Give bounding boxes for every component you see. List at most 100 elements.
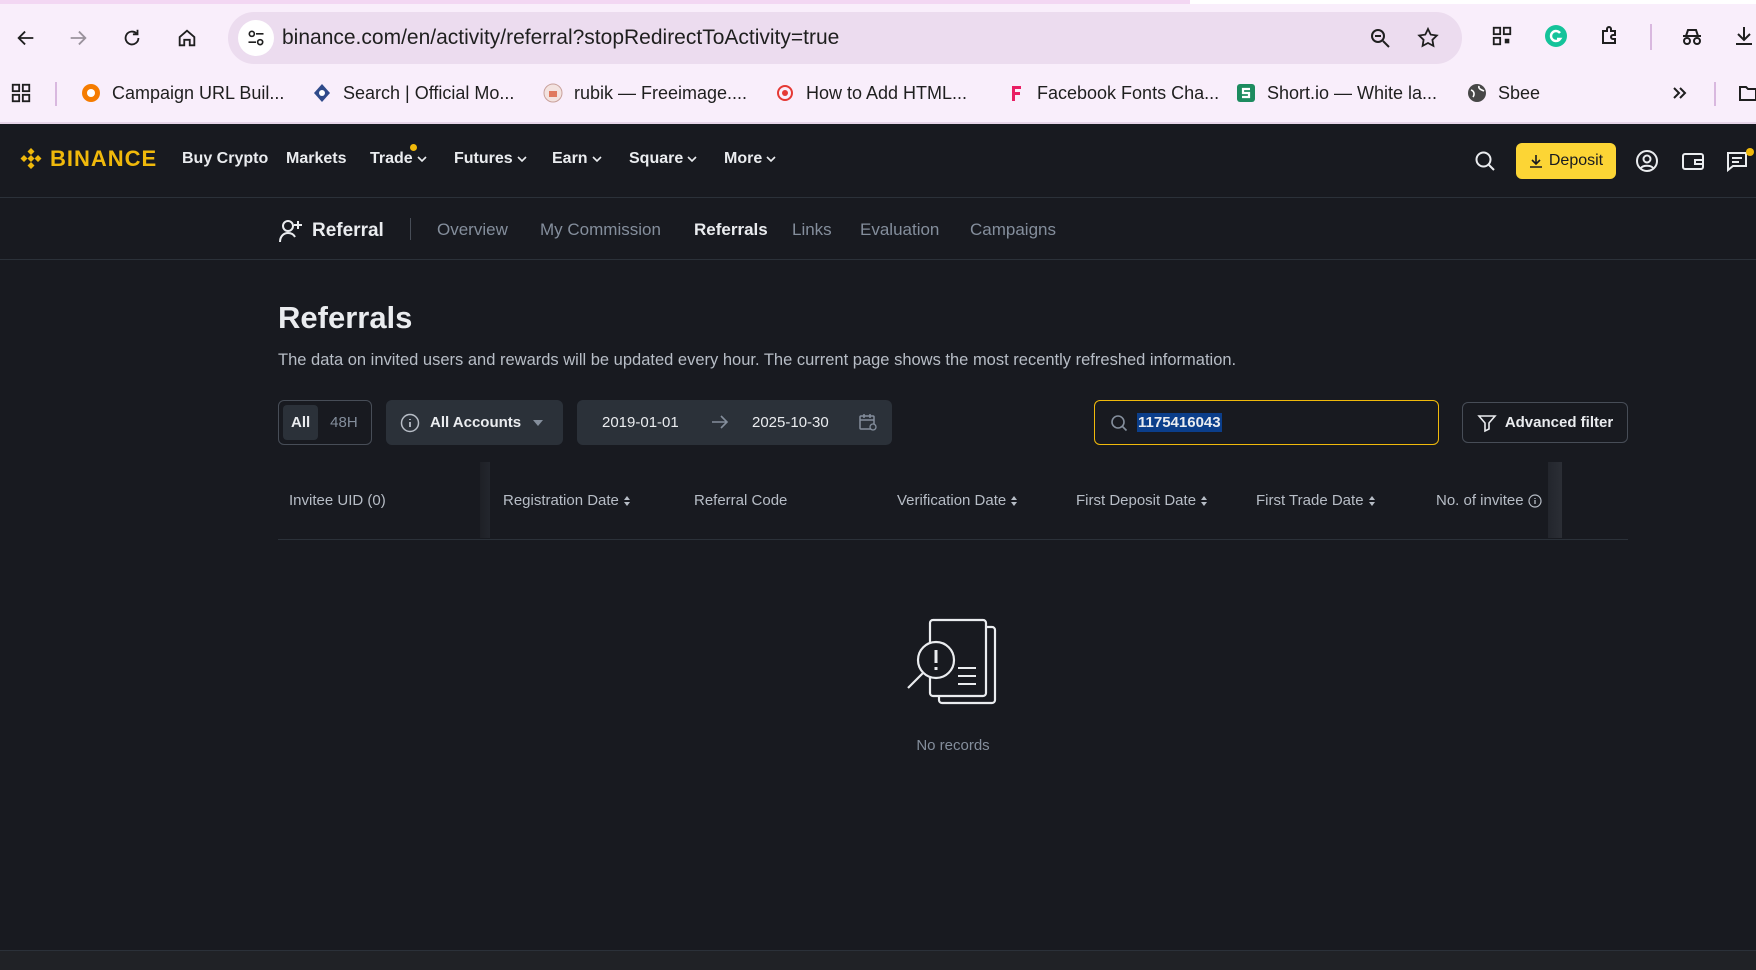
grammarly-extension-button[interactable] [1540,20,1572,52]
apps-button[interactable] [10,74,32,112]
header-search-button[interactable] [1470,146,1500,176]
site-info-button[interactable] [238,20,274,56]
folder-icon [1739,86,1756,101]
incognito-button[interactable] [1676,20,1708,52]
trade-notification-dot [410,144,417,151]
campaign-url-builder-icon [80,82,102,104]
chevron-down-icon [592,156,602,163]
download-button[interactable] [1728,20,1756,52]
column-header-first-trade-date[interactable]: First Trade Date [1256,492,1376,509]
wallet-button[interactable] [1678,146,1708,176]
fixed-column-shadow [480,462,490,538]
nav-more[interactable]: More [724,150,777,168]
advanced-filter-label: Advanced filter [1504,414,1614,431]
bookmark-label: How to Add HTML... [806,82,968,103]
taskbar [0,950,1756,970]
bookmark-item[interactable]: Sbee [1466,74,1540,112]
home-button[interactable] [171,22,203,54]
nav-buy-crypto[interactable]: Buy Crypto [182,150,268,168]
bookmark-item[interactable]: Campaign URL Buil... [80,74,284,112]
sort-icon [1011,495,1018,506]
tab-referrals[interactable]: Referrals [694,220,768,240]
bookmark-item[interactable]: Search | Official Mo... [311,74,514,112]
bookmark-label: rubik — Freeimage.... [574,82,748,103]
subnav-separator [410,218,411,240]
extensions-button[interactable] [1594,20,1626,52]
nav-markets[interactable]: Markets [286,150,346,168]
binance-logo[interactable]: BINANCE [18,146,157,172]
back-button[interactable] [10,22,42,54]
bookmarks-bar: Campaign URL Buil... Search | Official M… [0,74,1756,112]
nav-square[interactable]: Square [629,150,698,168]
tab-links[interactable]: Links [792,220,832,240]
download-icon [1529,155,1542,168]
date-range-picker[interactable]: 2019-01-01 2025-10-30 [577,400,892,445]
column-label: No. of invitee [1436,492,1524,509]
binance-diamond-icon [20,148,42,169]
forward-button[interactable] [62,22,94,54]
column-label: Referral Code [694,492,788,509]
empty-state-text: No records [916,737,990,754]
freeimage-icon [542,82,564,104]
nav-earn[interactable]: Earn [552,150,603,168]
tab-campaigns[interactable]: Campaigns [970,220,1056,240]
date-to[interactable]: 2025-10-30 [752,414,829,431]
search-official-icon [311,82,333,104]
puzzle-icon [1602,26,1616,44]
search-icon [1475,151,1495,171]
logo-text: BINANCE [50,146,158,171]
bookmark-star-button[interactable] [1414,24,1442,52]
account-select[interactable]: All Accounts [386,400,563,445]
bookmark-label: Sbee [1498,82,1541,103]
apps-grid-icon [11,83,31,103]
grammarly-icon [1545,25,1567,47]
address-bar[interactable]: binance.com/en/activity/referral?stopRed… [228,12,1462,64]
search-input[interactable]: 1175416043 [1094,400,1439,445]
nav-label: Earn [552,150,588,167]
column-header-referral-code: Referral Code [694,492,787,509]
bookmark-label: Campaign URL Buil... [112,82,285,103]
reload-icon [124,29,140,46]
nav-trade[interactable]: Trade [370,150,428,168]
more-bookmarks-button[interactable] [1670,74,1690,112]
bookmark-item[interactable]: How to Add HTML... [774,74,967,112]
tab-overview[interactable]: Overview [437,220,508,240]
date-from[interactable]: 2019-01-01 [602,414,679,431]
browser-chrome: binance.com/en/activity/referral?stopRed… [0,0,1756,124]
arrow-right-icon [712,415,729,429]
bookmark-item[interactable]: Short.io — White la... [1235,74,1437,112]
bookmark-label: Search | Official Mo... [343,82,515,103]
caret-down-icon [533,419,544,426]
no-records-icon [907,618,997,705]
reload-button[interactable] [116,22,148,54]
column-header-first-deposit-date[interactable]: First Deposit Date [1076,492,1208,509]
bookmark-item[interactable]: rubik — Freeimage.... [542,74,747,112]
url-text[interactable]: binance.com/en/activity/referral?stopRed… [282,26,839,50]
referral-subnav: Referral Overview My Commission Referral… [0,198,1756,260]
active-tab[interactable] [1190,0,1756,4]
column-header-verification-date[interactable]: Verification Date [897,492,1018,509]
add-user-icon [279,220,302,243]
wallet-icon [1682,153,1704,170]
advanced-filter-button[interactable]: Advanced filter [1462,402,1628,443]
fixed-column-shadow [1548,462,1562,538]
chevron-down-icon [417,156,427,163]
column-header-registration-date[interactable]: Registration Date [503,492,631,509]
nav-futures[interactable]: Futures [454,150,528,168]
page-title: Referrals [278,300,413,335]
page-description: The data on invited users and rewards wi… [278,351,1237,369]
referral-title[interactable]: Referral [278,218,384,244]
bookmark-item[interactable]: Facebook Fonts Cha... [1005,74,1219,112]
qr-extension-button[interactable] [1486,20,1518,52]
all-bookmarks-button[interactable] [1738,74,1756,112]
tab-evaluation[interactable]: Evaluation [860,220,939,240]
profile-button[interactable] [1632,146,1662,176]
zoom-button[interactable] [1366,24,1394,52]
search-input-value[interactable]: 1175416043 [1137,413,1222,432]
deposit-button[interactable]: Deposit [1516,143,1616,179]
period-48h-button[interactable]: 48H [322,405,366,440]
period-all-button[interactable]: All [283,405,319,440]
zoom-icon [1371,29,1390,48]
tab-my-commission[interactable]: My Commission [540,220,661,240]
incognito-icon [1683,29,1701,45]
